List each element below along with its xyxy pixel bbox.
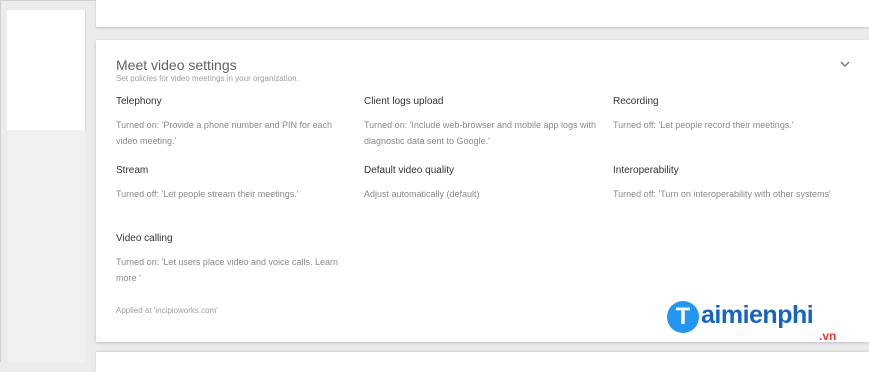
next-settings-card[interactable] xyxy=(96,352,869,372)
setting-label: Interoperability xyxy=(613,165,679,176)
previous-settings-card[interactable] xyxy=(96,0,869,27)
setting-client-logs-upload[interactable]: Client logs upload Turned on: 'Include w… xyxy=(364,96,600,149)
setting-label: Recording xyxy=(613,96,659,107)
applied-at-text: Applied at 'incipioworks.com' xyxy=(116,306,218,315)
setting-label: Default video quality xyxy=(364,165,455,176)
setting-desc: Turned on: 'Provide a phone number and P… xyxy=(116,120,333,146)
setting-label: Client logs upload xyxy=(364,96,444,107)
setting-default-video-quality[interactable]: Default video quality Adjust automatical… xyxy=(364,165,600,202)
section-subtitle: Set policies for video meetings in your … xyxy=(116,74,299,83)
setting-recording[interactable]: Recording Turned off: 'Let people record… xyxy=(613,96,849,133)
watermark-text: aimienphi xyxy=(701,301,814,329)
setting-desc: Turned off: 'Turn on interoperability wi… xyxy=(613,189,831,199)
watermark-initial: T xyxy=(667,301,699,333)
setting-desc: Turned on: 'Let users place video and vo… xyxy=(116,257,339,283)
left-nav-panel xyxy=(7,10,86,131)
setting-telephony[interactable]: Telephony Turned on: 'Provide a phone nu… xyxy=(116,96,352,149)
setting-interoperability[interactable]: Interoperability Turned off: 'Turn on in… xyxy=(613,165,849,202)
setting-desc: Adjust automatically (default) xyxy=(364,189,480,199)
watermark-suffix: .vn xyxy=(819,329,837,343)
setting-video-calling[interactable]: Video calling Turned on: 'Let users plac… xyxy=(116,233,352,286)
watermark-logo: T aimienphi .vn xyxy=(667,301,857,347)
left-nav-panel-lower xyxy=(7,130,85,362)
setting-stream[interactable]: Stream Turned off: 'Let people stream th… xyxy=(116,165,352,202)
setting-label: Stream xyxy=(116,165,149,176)
setting-desc: Turned off: 'Let people record their mee… xyxy=(613,120,794,130)
setting-desc: Turned off: 'Let people stream their mee… xyxy=(116,189,299,199)
setting-label: Telephony xyxy=(116,96,162,107)
setting-label: Video calling xyxy=(116,233,173,244)
chevron-down-icon[interactable] xyxy=(839,58,851,70)
setting-desc: Turned on: 'Include web-browser and mobi… xyxy=(364,120,597,146)
section-title: Meet video settings xyxy=(116,57,237,73)
meet-video-settings-card[interactable]: Meet video settings Set policies for vid… xyxy=(96,40,869,342)
